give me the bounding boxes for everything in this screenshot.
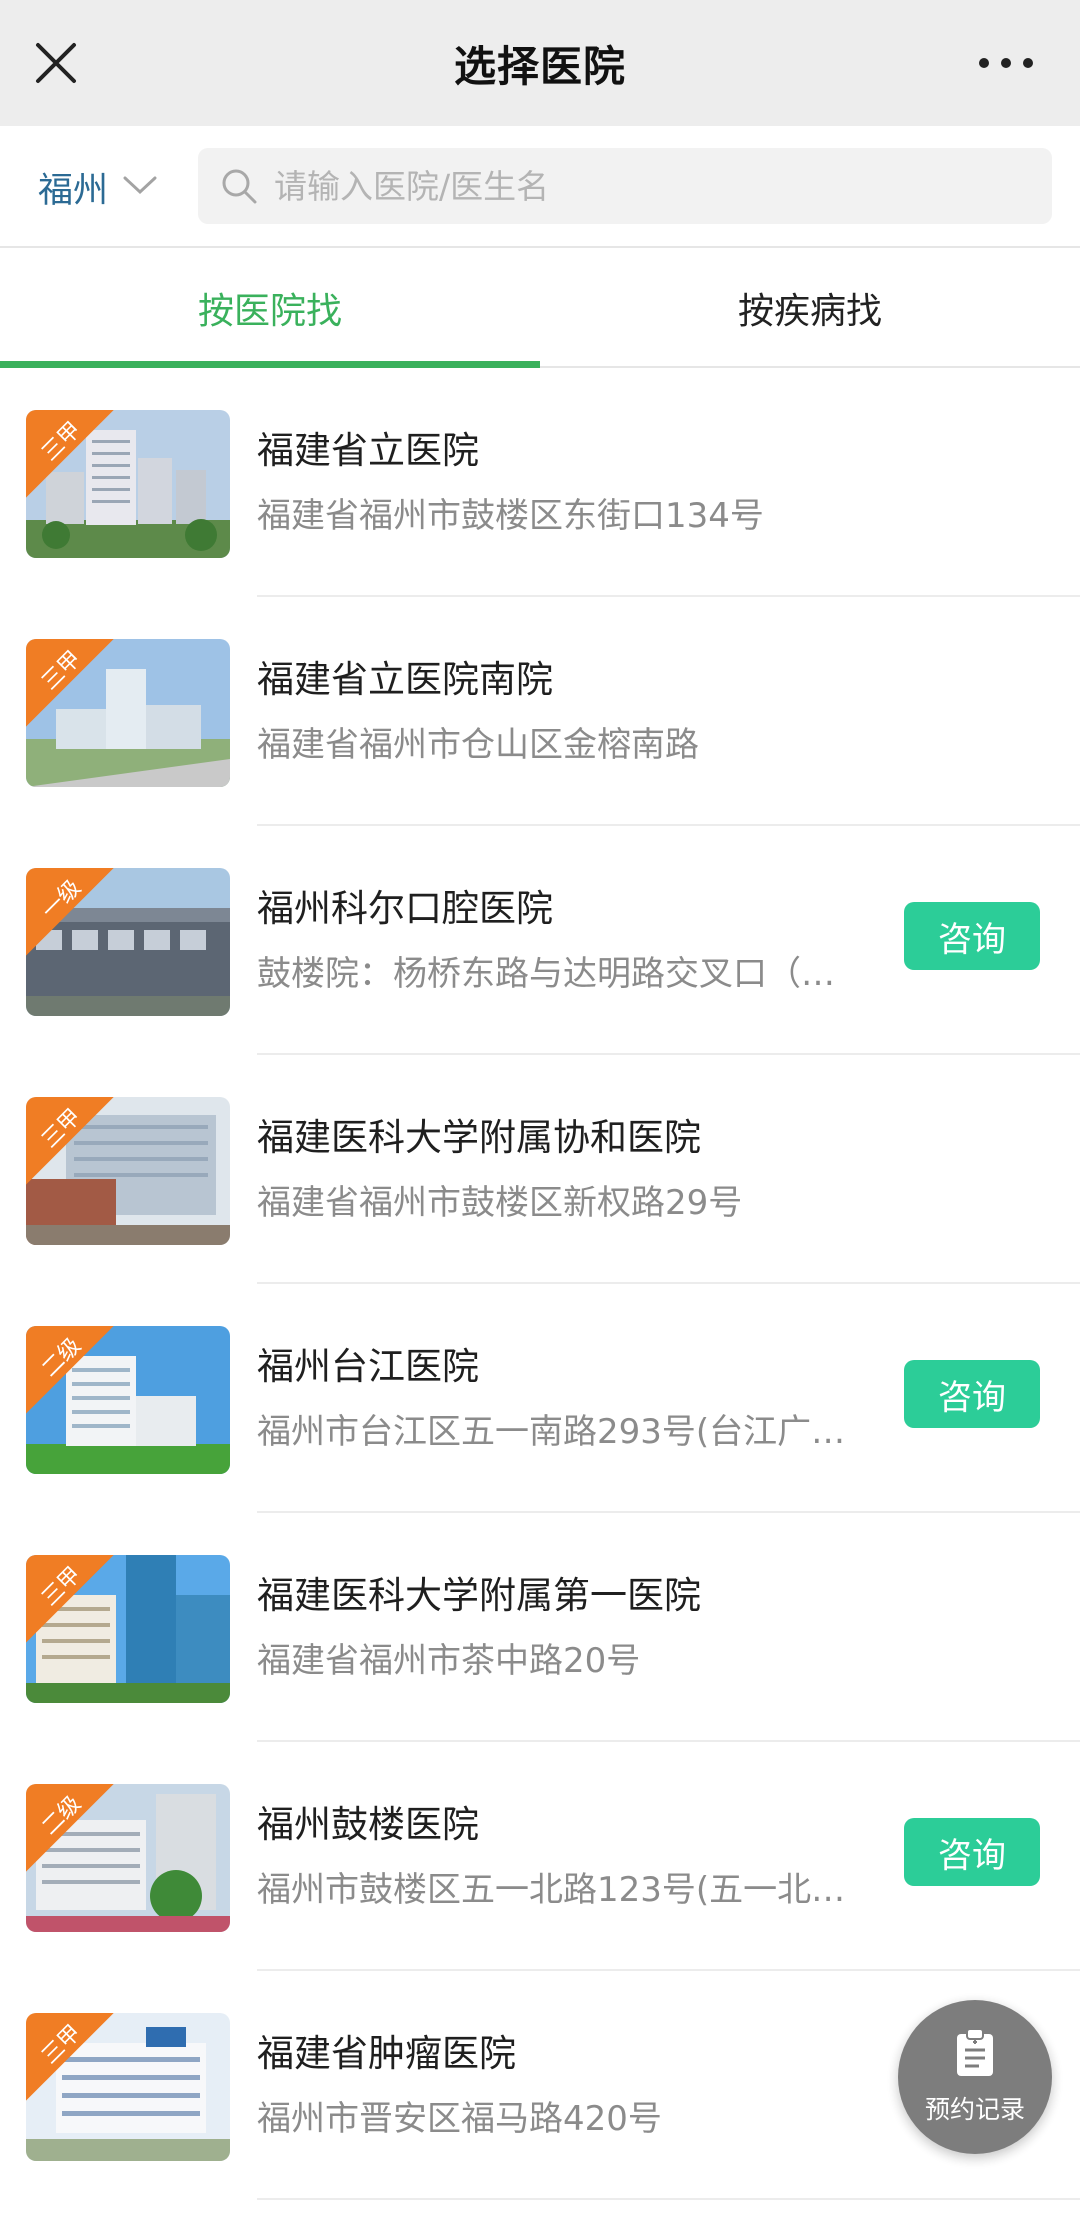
hospital-image: 三甲 [26,639,230,787]
hospital-name: 福建省肿瘤医院 [257,2032,516,2075]
title-bar: 选择医院 [0,0,1080,126]
consult-button[interactable]: 咨询 [904,902,1040,970]
level-badge: 二级 [26,1784,114,1872]
hospital-address: 福州市晋安区福马路420号 [257,2099,662,2139]
hospital-name: 福建省立医院南院 [257,658,553,701]
hospital-list: 三甲 福建省立医院 福建省福州市鼓楼区东街口134号 三甲 福建省立医院南院 福… [0,368,1080,2200]
appointment-records-button[interactable]: 预约记录 [898,2000,1052,2154]
hospital-address: 福州市台江区五一南路293号(台江广… [257,1412,846,1452]
hospital-address: 福建省福州市茶中路20号 [257,1641,641,1681]
hospital-address: 福建省福州市鼓楼区新权路29号 [257,1183,743,1223]
clipboard-icon [953,2028,997,2082]
hospital-image: 三甲 [26,1097,230,1245]
search-icon [220,167,258,205]
hospital-name: 福州台江医院 [257,1345,479,1388]
more-icon[interactable] [968,36,1044,90]
hospital-name: 福建省立医院 [257,429,479,472]
level-badge: 三甲 [26,1097,114,1185]
hospital-image: 三甲 [26,2013,230,2161]
consult-button[interactable]: 咨询 [904,1818,1040,1886]
divider [257,2198,1080,2200]
tab-by-hospital[interactable]: 按医院找 [0,248,540,368]
city-selector[interactable]: 福州 [38,160,158,214]
hospital-image: 三甲 [26,410,230,558]
hospital-address: 福建省福州市鼓楼区东街口134号 [257,496,764,536]
hospital-image: 二级 [26,1326,230,1474]
page-title: 选择医院 [453,41,626,91]
hospital-image: 一级 [26,868,230,1016]
search-box[interactable] [198,148,1052,224]
hospital-row[interactable]: 三甲 福建医科大学附属协和医院 福建省福州市鼓楼区新权路29号 [0,1055,1080,1284]
hospital-name: 福州鼓楼医院 [257,1803,479,1846]
hospital-name: 福州科尔口腔医院 [257,887,553,930]
hospital-address: 福建省福州市仓山区金榕南路 [257,725,699,765]
hospital-row[interactable]: 二级 福州鼓楼医院 福州市鼓楼区五一北路123号(五一北… 咨询 [0,1742,1080,1971]
hospital-row[interactable]: 一级 福州科尔口腔医院 鼓楼院：杨桥东路与达明路交叉口（… 咨询 [0,826,1080,1055]
level-badge: 三甲 [26,2013,114,2101]
hospital-address: 福州市鼓楼区五一北路123号(五一北… [257,1870,846,1910]
tab-underline [0,361,540,368]
hospital-row[interactable]: 三甲 福建省立医院南院 福建省福州市仓山区金榕南路 [0,597,1080,826]
hospital-image: 二级 [26,1784,230,1932]
hospital-name: 福建医科大学附属协和医院 [257,1116,701,1159]
hospital-image: 三甲 [26,1555,230,1703]
level-badge: 二级 [26,1326,114,1414]
hospital-row[interactable]: 二级 福州台江医院 福州市台江区五一南路293号(台江广… 咨询 [0,1284,1080,1513]
level-badge: 三甲 [26,1555,114,1643]
chevron-down-icon [122,174,158,200]
search-row: 福州 [0,126,1080,246]
level-badge: 三甲 [26,639,114,727]
hospital-row[interactable]: 三甲 福建省立医院 福建省福州市鼓楼区东街口134号 [0,368,1080,597]
level-badge: 一级 [26,868,114,956]
city-label: 福州 [38,170,109,211]
tab-bar: 按医院找 按疾病找 [0,248,1080,368]
search-input[interactable] [272,165,1036,207]
hospital-address: 鼓楼院：杨桥东路与达明路交叉口（… [257,954,835,994]
tab-by-disease[interactable]: 按疾病找 [540,248,1080,368]
consult-button[interactable]: 咨询 [904,1360,1040,1428]
fab-label: 预约记录 [924,2095,1025,2124]
hospital-name: 福建医科大学附属第一医院 [257,1574,701,1617]
close-icon[interactable] [28,31,84,95]
hospital-row[interactable]: 三甲 福建医科大学附属第一医院 福建省福州市茶中路20号 [0,1513,1080,1742]
level-badge: 三甲 [26,410,114,498]
